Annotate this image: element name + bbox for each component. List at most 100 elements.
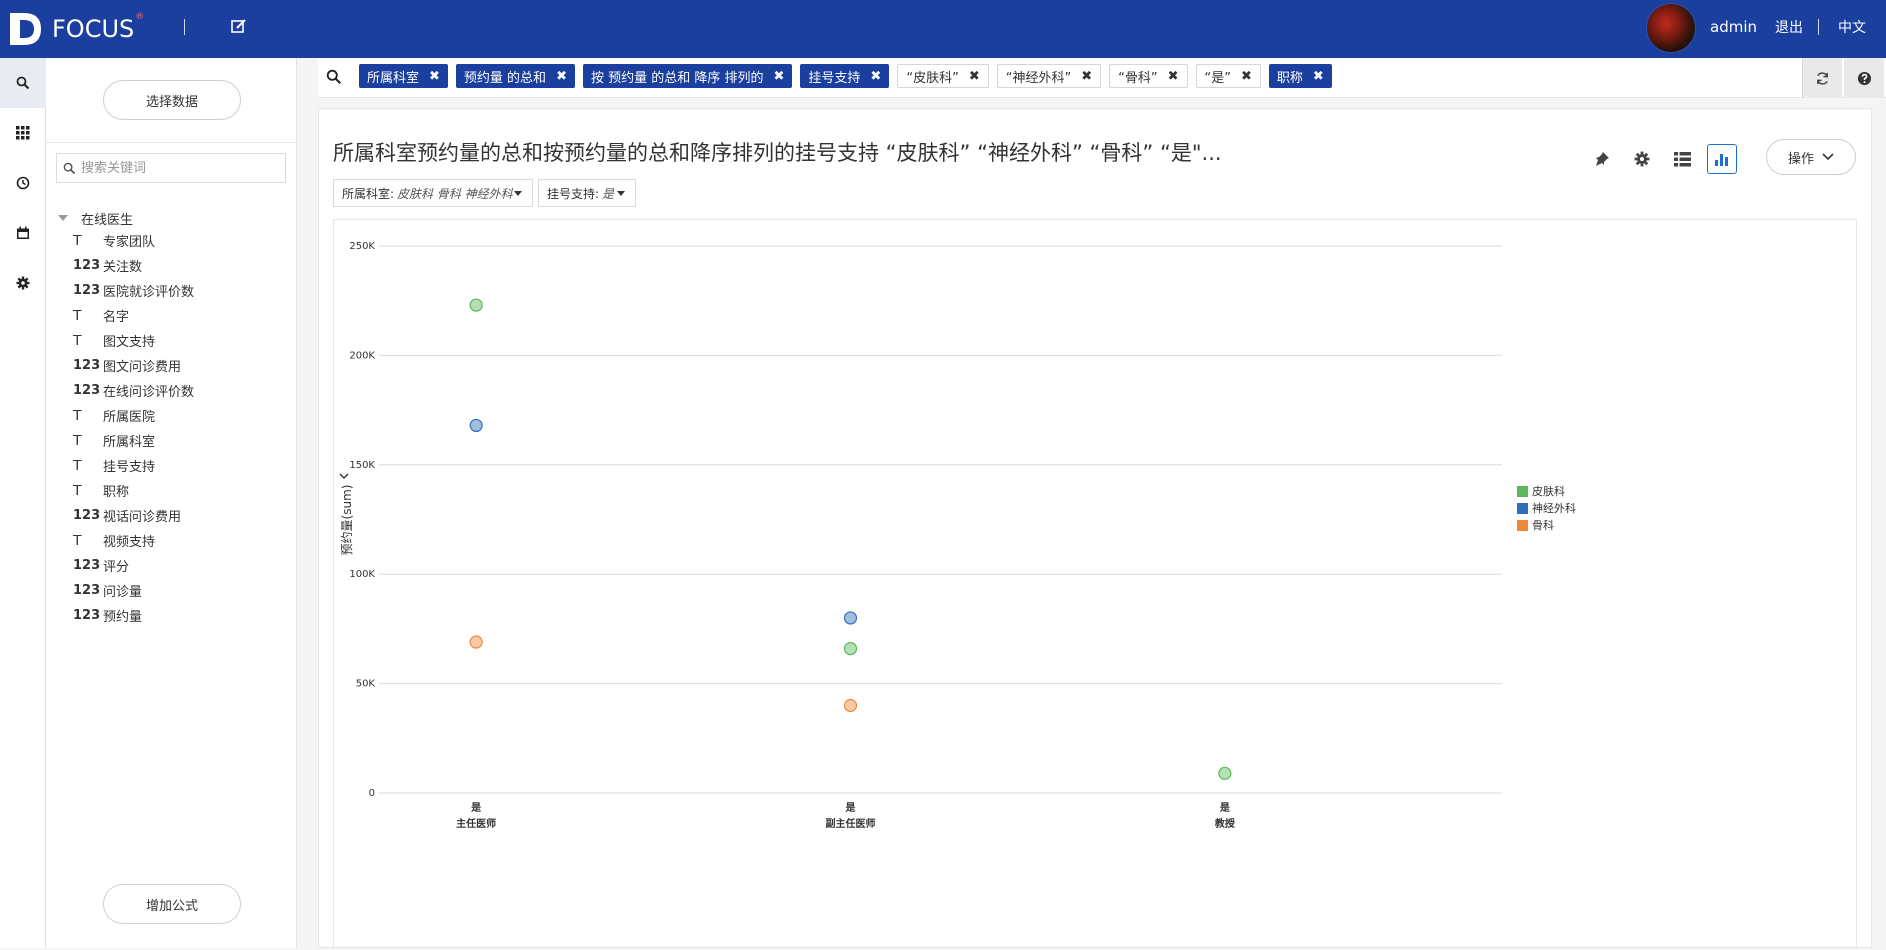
- remove-chip-icon[interactable]: ✖: [556, 69, 567, 84]
- department-filter-dropdown[interactable]: 所属科室: 皮肤科 骨科 神经外科: [333, 179, 533, 207]
- remove-chip-icon[interactable]: ✖: [969, 69, 980, 84]
- query-chip[interactable]: 按 预约量 的总和 降序 排列的 ✖: [582, 64, 793, 88]
- legend-swatch: [1517, 503, 1528, 514]
- chart-view-button[interactable]: [1707, 144, 1737, 174]
- remove-chip-icon[interactable]: ✖: [1168, 69, 1179, 84]
- query-chip[interactable]: 职称 ✖: [1268, 64, 1332, 88]
- operations-button[interactable]: 操作: [1766, 139, 1856, 175]
- query-chip[interactable]: “皮肤科” ✖: [897, 64, 989, 88]
- remove-chip-icon[interactable]: ✖: [870, 69, 881, 84]
- refresh-button[interactable]: [1802, 58, 1842, 98]
- edit-icon[interactable]: [230, 17, 252, 39]
- search-bar: 所属科室 ✖ 预约量 的总和 ✖ 按 预约量 的总和 降序 排列的 ✖ 挂号支持 ✖ “皮肤科”…: [318, 58, 1886, 98]
- field-item[interactable]: 123 在线问诊评价数: [56, 378, 291, 403]
- search-input[interactable]: [81, 160, 271, 176]
- dropdown-value: 皮肤科 骨科 神经外科: [397, 186, 513, 201]
- field-item[interactable]: ꓔ 名字: [56, 303, 291, 328]
- registration-filter-dropdown[interactable]: 挂号支持: 是: [538, 179, 636, 207]
- legend-swatch: [1517, 486, 1528, 497]
- caret-down-icon: [617, 191, 625, 196]
- panel-divider: [46, 142, 297, 143]
- remove-chip-icon[interactable]: ✖: [1241, 69, 1252, 84]
- y-tick-label: 100K: [349, 569, 375, 580]
- field-item[interactable]: 123 问诊量: [56, 578, 291, 603]
- field-item[interactable]: 123 图文问诊费用: [56, 353, 291, 378]
- data-point[interactable]: [469, 418, 483, 433]
- data-point[interactable]: [469, 298, 483, 312]
- settings-button[interactable]: [1627, 144, 1657, 174]
- data-point[interactable]: [469, 635, 483, 649]
- data-point[interactable]: [843, 698, 858, 713]
- number-field-icon: 123: [73, 558, 101, 573]
- y-tick-label: 50K: [356, 679, 376, 690]
- field-item[interactable]: 123 视话问诊费用: [56, 503, 291, 528]
- field-label: 评分: [103, 560, 130, 575]
- field-label: 在线问诊评价数: [103, 385, 195, 400]
- dropdown-label: 挂号支持:: [547, 186, 600, 201]
- field-label: 图文支持: [103, 335, 156, 350]
- data-point[interactable]: [843, 641, 858, 656]
- x-tick-label: 是: [1219, 802, 1230, 814]
- data-point[interactable]: [843, 611, 858, 625]
- field-item[interactable]: 123 医院就诊评价数: [56, 278, 291, 303]
- caret-down-icon[interactable]: [58, 215, 68, 221]
- refresh-icon: [1817, 71, 1828, 85]
- field-search[interactable]: [56, 153, 286, 183]
- help-button[interactable]: [1844, 58, 1884, 98]
- username[interactable]: admin: [1710, 18, 1757, 36]
- field-item[interactable]: ꓔ 专家团队: [56, 228, 291, 253]
- remove-chip-icon[interactable]: ✖: [1313, 69, 1324, 84]
- add-formula-button[interactable]: 增加公式: [103, 884, 241, 924]
- legend-label[interactable]: 皮肤科: [1532, 484, 1565, 498]
- query-chip[interactable]: “是” ✖: [1195, 64, 1261, 88]
- field-item[interactable]: 123 预约量: [56, 603, 291, 628]
- table-view-button[interactable]: [1667, 144, 1697, 174]
- app-logo[interactable]: FOCUS ®: [10, 10, 144, 48]
- rail-history[interactable]: [0, 158, 46, 208]
- field-item[interactable]: ꓔ 图文支持: [56, 328, 291, 353]
- remove-chip-icon[interactable]: ✖: [1081, 69, 1092, 84]
- field-label: 图文问诊费用: [103, 360, 182, 375]
- field-label: 视频支持: [103, 535, 156, 550]
- select-data-button[interactable]: 选择数据: [103, 80, 241, 120]
- rail-grid[interactable]: [0, 108, 46, 158]
- pin-button[interactable]: [1587, 144, 1617, 174]
- query-chip[interactable]: 预约量 的总和 ✖: [455, 64, 575, 88]
- x-tick-label: 是: [845, 802, 856, 814]
- chip-label: 按 预约量 的总和 降序 排列的: [590, 70, 764, 86]
- chip-label: 职称: [1276, 70, 1303, 86]
- field-item[interactable]: 123 评分: [56, 553, 291, 578]
- chip-label: “皮肤科”: [906, 70, 959, 86]
- chevron-down-icon[interactable]: [339, 473, 349, 479]
- avatar[interactable]: [1646, 3, 1696, 53]
- legend-label[interactable]: 骨科: [1532, 518, 1554, 532]
- field-item[interactable]: 123 关注数: [56, 253, 291, 278]
- pin-icon: [1596, 152, 1609, 166]
- query-chip[interactable]: 挂号支持 ✖: [800, 64, 890, 88]
- query-chip[interactable]: 所属科室 ✖: [359, 64, 448, 88]
- tree-root-node[interactable]: 在线医生: [56, 208, 291, 228]
- rail-calendar[interactable]: [0, 208, 46, 258]
- dropdown-value: 是: [602, 186, 615, 201]
- logout-link[interactable]: 退出: [1775, 17, 1803, 37]
- field-item[interactable]: ꓔ 所属医院: [56, 403, 291, 428]
- query-chip[interactable]: “神经外科” ✖: [996, 64, 1102, 88]
- language-switch[interactable]: 中文: [1838, 17, 1866, 37]
- remove-chip-icon[interactable]: ✖: [774, 69, 785, 84]
- field-item[interactable]: ꓔ 挂号支持: [56, 453, 291, 478]
- text-field-icon: ꓔ: [73, 482, 82, 499]
- rail-search[interactable]: [0, 58, 46, 108]
- field-item[interactable]: ꓔ 视频支持: [56, 528, 291, 553]
- rail-settings[interactable]: [0, 258, 46, 308]
- query-chip[interactable]: “骨科” ✖: [1109, 64, 1188, 88]
- y-axis-label[interactable]: 预约量(sum): [339, 485, 354, 556]
- search-icon[interactable]: [326, 69, 342, 85]
- legend-label[interactable]: 神经外科: [1532, 501, 1576, 515]
- remove-chip-icon[interactable]: ✖: [429, 69, 440, 84]
- answer-card: 所属科室预约量的总和按预约量的总和降序排列的挂号支持 “皮肤科” “神经外科” …: [318, 108, 1872, 949]
- field-item[interactable]: ꓔ 所属科室: [56, 428, 291, 453]
- legend-swatch: [1517, 520, 1528, 531]
- data-point[interactable]: [1218, 766, 1232, 780]
- field-item[interactable]: ꓔ 职称: [56, 478, 291, 503]
- number-field-icon: 123: [73, 383, 101, 398]
